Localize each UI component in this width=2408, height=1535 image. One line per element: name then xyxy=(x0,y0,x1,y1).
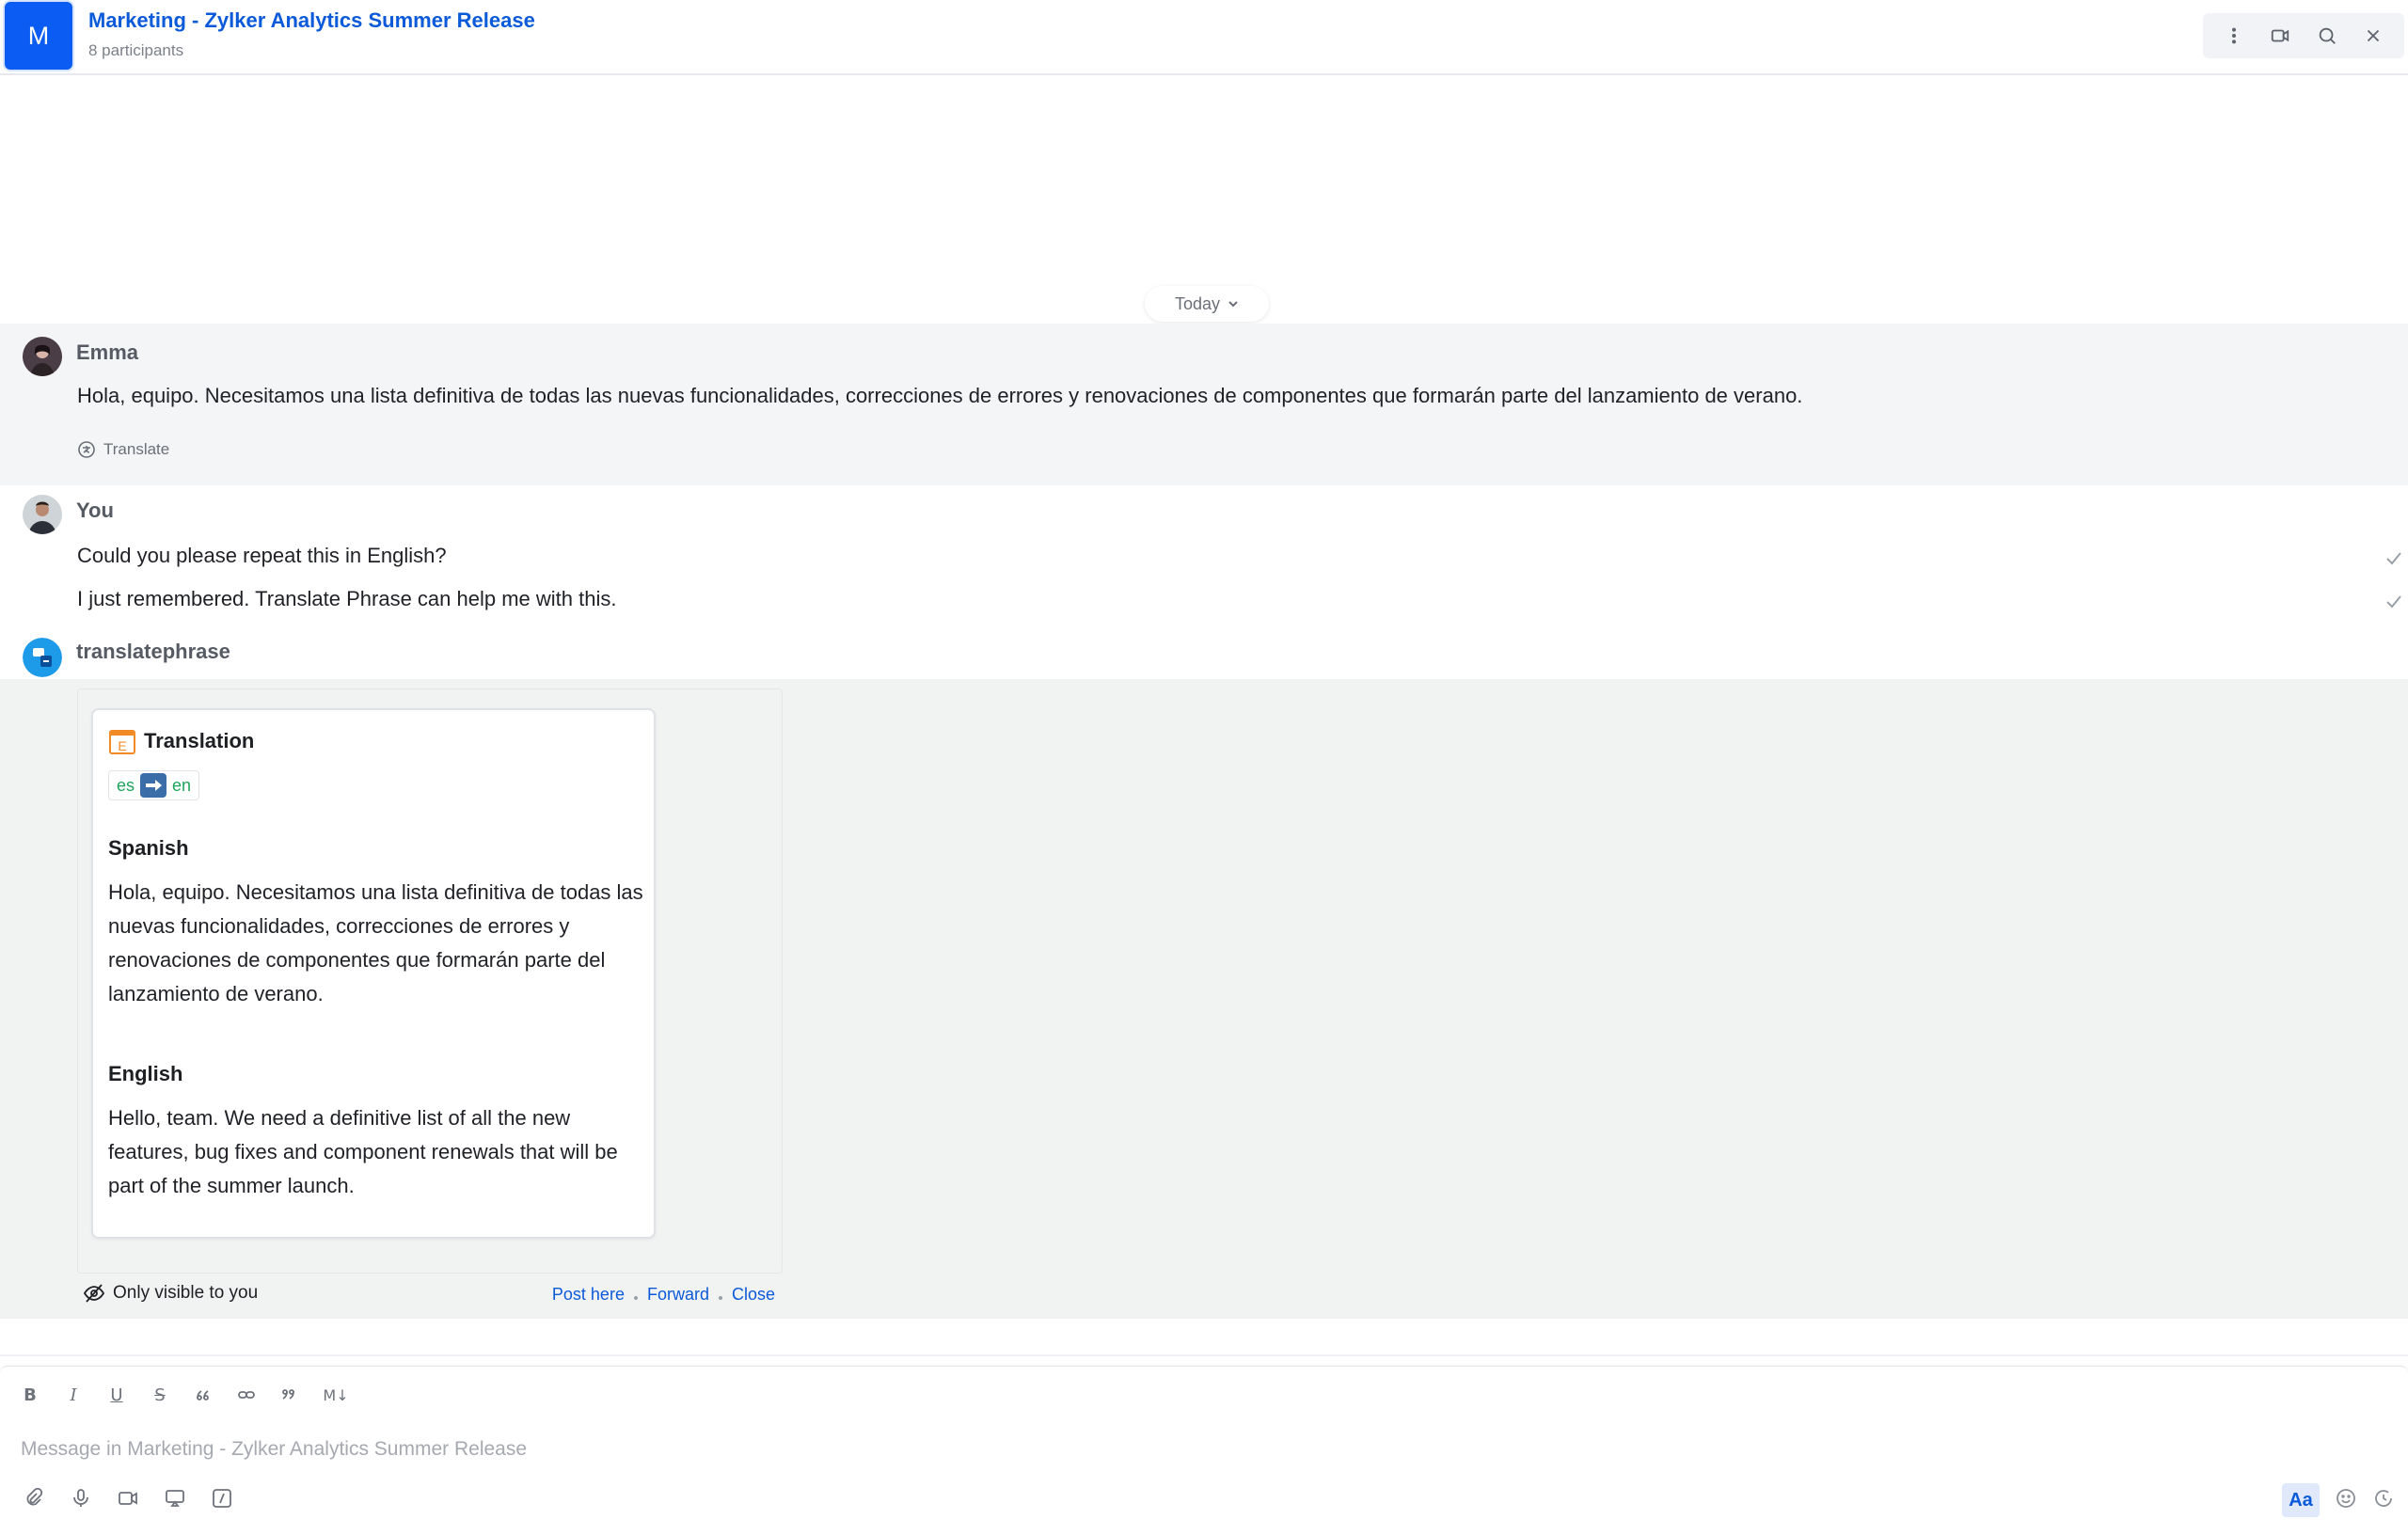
card-title-row: E Translation xyxy=(108,727,254,755)
screen-share-button[interactable] xyxy=(164,1487,186,1514)
date-label: Today xyxy=(1174,293,1221,313)
underline-button[interactable]: U xyxy=(105,1384,128,1406)
delivered-tick xyxy=(2384,591,2404,611)
message-line: I just remembered. Translate Phrase can … xyxy=(77,587,617,610)
forward-link[interactable]: Forward xyxy=(647,1285,709,1305)
check-icon xyxy=(2386,552,2401,565)
source-language: es xyxy=(117,775,135,795)
composer-tools-right: Aa xyxy=(2282,1483,2395,1517)
target-language: en xyxy=(172,775,192,795)
source-heading: Spanish xyxy=(108,836,189,860)
more-vertical-icon xyxy=(2231,27,2236,44)
text-formatting-toggle[interactable]: Aa xyxy=(2282,1483,2320,1517)
separator-dot xyxy=(718,1295,722,1300)
translate-button[interactable]: Translate xyxy=(77,440,169,459)
source-text: Hola, equipo. Necesitamos una lista defi… xyxy=(108,880,643,1005)
message-line: Could you please repeat this in English? xyxy=(77,544,447,567)
channel-avatar[interactable]: M xyxy=(5,2,72,70)
screen-icon xyxy=(166,1490,184,1507)
check-icon xyxy=(2386,595,2401,609)
header-actions xyxy=(2203,13,2404,58)
markdown-button[interactable]: M↓ xyxy=(322,1384,350,1406)
message-bot-header: translatephrase xyxy=(0,626,2408,679)
translation-icon: E xyxy=(109,730,135,754)
chat-header: M Marketing - Zylker Analytics Summer Re… xyxy=(0,0,2408,75)
participants-count[interactable]: 8 participants xyxy=(88,41,183,60)
avatar-translatephrase[interactable] xyxy=(23,638,62,677)
video-message-button[interactable] xyxy=(117,1487,139,1514)
target-text: Hello, team. We need a definitive list o… xyxy=(108,1106,618,1197)
visibility-note: Only visible to you xyxy=(83,1283,258,1304)
paperclip-icon xyxy=(26,1487,43,1506)
bot-card-actions: Post here Forward Close xyxy=(552,1285,775,1305)
sender-name[interactable]: Emma xyxy=(76,340,138,365)
message-you: You Could you please repeat this in Engl… xyxy=(0,485,2408,626)
channel-title[interactable]: Marketing - Zylker Analytics Summer Rele… xyxy=(88,8,535,33)
search-icon xyxy=(2319,27,2336,44)
video-call-button[interactable] xyxy=(2261,17,2299,55)
microphone-icon xyxy=(73,1489,88,1507)
quote-open-icon xyxy=(197,1390,209,1400)
post-here-link[interactable]: Post here xyxy=(552,1285,625,1305)
eye-off-icon xyxy=(83,1284,105,1303)
slash-command-button[interactable] xyxy=(211,1487,233,1514)
video-icon xyxy=(119,1492,137,1505)
avatar-emma[interactable] xyxy=(23,337,62,376)
composer-tools-left xyxy=(23,1487,233,1514)
card-title: Translation xyxy=(144,729,255,752)
link-button[interactable] xyxy=(235,1384,258,1406)
target-heading: English xyxy=(108,1062,183,1085)
separator-dot xyxy=(633,1295,638,1300)
clock-icon xyxy=(2375,1489,2392,1507)
bot-card-container: E Translation es en Spanish Hola, equipo… xyxy=(77,688,783,1274)
blockquote-button[interactable] xyxy=(192,1384,214,1406)
formatting-toolbar: B I U S M↓ xyxy=(19,1384,350,1406)
date-divider-chip[interactable]: Today xyxy=(1145,286,1269,322)
composer-separator xyxy=(0,1354,2408,1356)
quote-button[interactable] xyxy=(278,1384,301,1406)
more-options-button[interactable] xyxy=(2215,17,2253,55)
svg-text:E: E xyxy=(118,738,126,753)
schedule-button[interactable] xyxy=(2372,1487,2395,1514)
message-bot-body: E Translation es en Spanish Hola, equipo… xyxy=(0,679,2408,1319)
close-link[interactable]: Close xyxy=(732,1285,775,1305)
message-emma: Emma Hola, equipo. Necesitamos una lista… xyxy=(0,324,2408,485)
language-pair-chip: es en xyxy=(108,770,200,800)
sender-name[interactable]: You xyxy=(76,498,114,523)
translate-icon xyxy=(78,441,95,458)
message-input[interactable] xyxy=(21,1434,2278,1464)
close-icon xyxy=(2368,29,2380,42)
delivered-tick xyxy=(2384,547,2404,568)
search-button[interactable] xyxy=(2308,17,2346,55)
voice-note-button[interactable] xyxy=(70,1487,92,1514)
strikethrough-button[interactable]: S xyxy=(149,1384,171,1406)
right-arrow-icon xyxy=(140,773,167,798)
translation-card: E Translation es en Spanish Hola, equipo… xyxy=(91,708,656,1239)
italic-button[interactable]: I xyxy=(62,1384,85,1406)
link-icon xyxy=(238,1391,255,1399)
translate-label: Translate xyxy=(103,440,170,458)
avatar-you[interactable] xyxy=(23,495,62,534)
quote-close-icon xyxy=(282,1389,294,1400)
message-text: Hola, equipo. Necesitamos una lista defi… xyxy=(77,384,1803,407)
emoji-button[interactable] xyxy=(2335,1487,2357,1514)
video-icon xyxy=(2272,29,2289,42)
slash-icon xyxy=(213,1489,231,1508)
attach-button[interactable] xyxy=(23,1487,45,1514)
smiley-icon xyxy=(2337,1488,2355,1508)
sender-name[interactable]: translatephrase xyxy=(76,640,230,664)
close-button[interactable] xyxy=(2354,17,2392,55)
visibility-label: Only visible to you xyxy=(113,1283,259,1303)
message-composer: B I U S M↓ Aa xyxy=(0,1366,2408,1535)
bold-button[interactable]: B xyxy=(19,1384,41,1406)
chevron-down-icon xyxy=(1228,301,1238,308)
bot-card-footer: Only visible to you Post here Forward Cl… xyxy=(83,1281,779,1309)
